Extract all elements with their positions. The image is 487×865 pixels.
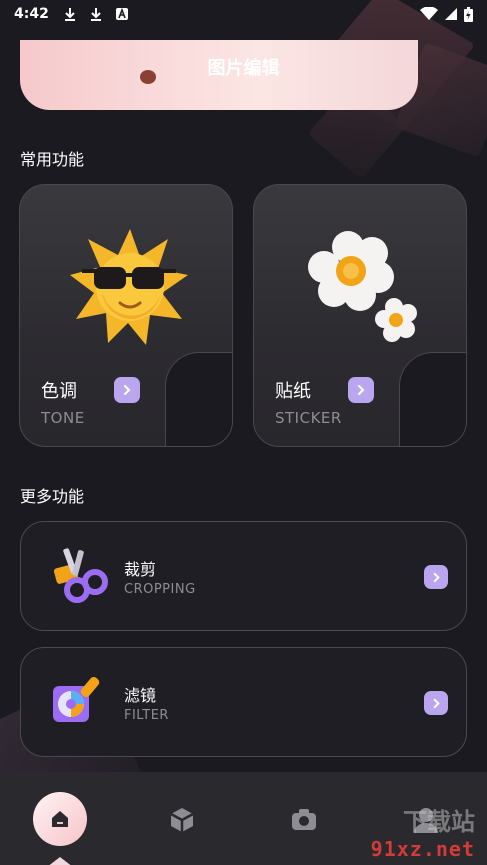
tone-sub: TONE — [41, 409, 85, 427]
tone-label: 色调 — [41, 381, 77, 402]
section-title-more: 更多功能 — [20, 487, 85, 506]
download-icon — [90, 8, 101, 21]
cropping-item[interactable]: 裁剪 CROPPING — [20, 521, 467, 631]
download-icon — [64, 8, 75, 21]
nav-camera[interactable] — [289, 805, 319, 835]
flower-sticker-icon — [308, 231, 417, 342]
signal-icon — [445, 8, 457, 20]
watermark-top-text: 下载站 — [403, 808, 475, 836]
home-icon — [52, 811, 68, 827]
watermark-text: 91xz.net — [370, 837, 475, 861]
battery-icon — [464, 6, 473, 22]
sticker-sub: STICKER — [275, 409, 342, 427]
section-title-common: 常用功能 — [20, 150, 85, 169]
filter-title: 滤镜 — [124, 686, 157, 705]
cropping-title: 裁剪 — [124, 560, 157, 579]
status-bar: 4:42 — [0, 0, 487, 28]
active-indicator — [47, 857, 73, 865]
card-notch — [399, 352, 466, 446]
filter-item[interactable]: 滤镜 FILTER — [20, 647, 467, 757]
filter-arrow-button[interactable] — [424, 691, 448, 715]
wifi-icon — [420, 7, 438, 20]
sticker-arrow-button[interactable] — [348, 377, 374, 403]
card-notch — [165, 352, 232, 446]
nav-home[interactable] — [33, 792, 87, 846]
chevron-right-icon — [433, 572, 440, 582]
scissors-icon — [53, 548, 108, 603]
filter-lens-icon — [53, 676, 100, 722]
a-notification-icon — [115, 7, 128, 20]
watermark: 下载站 91xz.net — [323, 800, 483, 865]
chevron-right-icon — [357, 384, 365, 396]
chevron-right-icon — [123, 384, 131, 396]
page-title: 图片编辑 — [207, 58, 280, 79]
status-time: 4:42 — [14, 6, 49, 22]
cropping-arrow-button[interactable] — [424, 565, 448, 589]
camera-icon — [292, 809, 316, 830]
cube-icon — [170, 808, 194, 832]
cropping-sub: CROPPING — [124, 582, 196, 597]
chevron-right-icon — [433, 698, 440, 708]
sticker-label: 贴纸 — [275, 381, 311, 402]
filter-sub: FILTER — [124, 708, 169, 723]
tone-card[interactable]: 色调 TONE — [19, 184, 233, 447]
tone-arrow-button[interactable] — [114, 377, 140, 403]
sticker-card[interactable]: 贴纸 STICKER — [253, 184, 467, 447]
nav-cube[interactable] — [167, 805, 197, 835]
sun-sunglasses-icon — [70, 229, 188, 345]
